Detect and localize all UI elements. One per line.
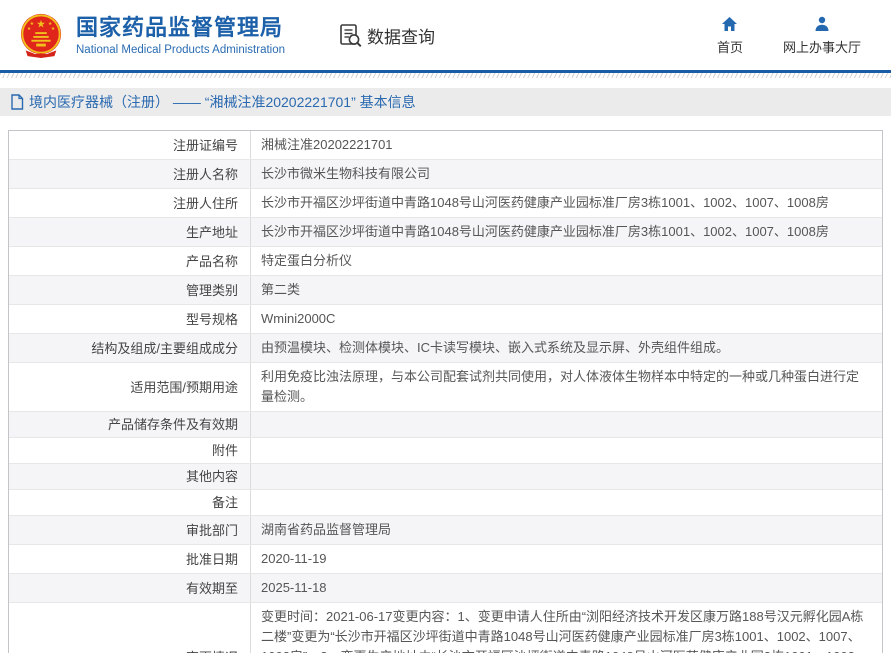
row-label: 其他内容	[9, 464, 251, 489]
table-row-reg-number: 注册证编号 湘械注准20202221701	[9, 131, 882, 160]
table-row-valid-until: 有效期至 2025-11-18	[9, 574, 882, 603]
row-value: 湖南省药品监督管理局	[251, 516, 882, 544]
table-row-management-category: 管理类别 第二类	[9, 276, 882, 305]
info-table: 注册证编号 湘械注准20202221701 注册人名称 长沙市微米生物科技有限公…	[8, 130, 883, 653]
row-label: 变更情况	[9, 603, 251, 653]
breadcrumb-text: 境内医疗器械（注册） —— “湘械注准20202221701” 基本信息	[29, 92, 416, 112]
row-value: 长沙市微米生物科技有限公司	[251, 160, 882, 188]
svg-text:★: ★	[51, 26, 55, 32]
table-row-storage-conditions: 产品储存条件及有效期	[9, 412, 882, 438]
row-value: 变更时间：2021-06-17变更内容：1、变更申请人住所由“浏阳经济技术开发区…	[251, 603, 882, 653]
row-label: 管理类别	[9, 276, 251, 304]
row-value: 第二类	[251, 276, 882, 304]
site-title: 国家药品监督管理局	[76, 15, 285, 41]
row-label: 备注	[9, 490, 251, 515]
row-value: 利用免疫比浊法原理，与本公司配套试剂共同使用，对人体液体生物样本中特定的一种或几…	[251, 363, 882, 411]
data-query-icon	[337, 22, 364, 49]
row-value	[251, 490, 882, 515]
site-titles: 国家药品监督管理局 National Medical Products Admi…	[76, 15, 285, 56]
row-value: 2020-11-19	[251, 545, 882, 573]
data-query-label: 数据查询	[367, 23, 435, 48]
svg-text:★: ★	[27, 26, 31, 32]
row-label: 注册人住所	[9, 189, 251, 217]
nav-home-label: 首页	[717, 37, 743, 56]
table-row-model-spec: 型号规格 Wmini2000C	[9, 305, 882, 334]
site-header: ★ ★ ★ ★ ★ 国家药品监督管理局 National Medical Pro…	[0, 0, 891, 73]
row-value: 特定蛋白分析仪	[251, 247, 882, 275]
table-row-production-address: 生产地址 长沙市开福区沙坪街道中青路1048号山河医药健康产业园标准厂房3栋10…	[9, 218, 882, 247]
person-icon	[814, 15, 830, 32]
national-emblem-icon: ★ ★ ★ ★ ★	[18, 12, 64, 58]
row-label: 结构及组成/主要组成成分	[9, 334, 251, 362]
table-row-attachments: 附件	[9, 438, 882, 464]
table-row-approval-date: 批准日期 2020-11-19	[9, 545, 882, 574]
table-row-remarks: 备注	[9, 490, 882, 516]
row-value: 长沙市开福区沙坪街道中青路1048号山河医药健康产业园标准厂房3栋1001、10…	[251, 218, 882, 246]
row-label: 注册证编号	[9, 131, 251, 159]
table-row-change-record: 变更情况 变更时间：2021-06-17变更内容：1、变更申请人住所由“浏阳经济…	[9, 603, 882, 653]
row-value	[251, 438, 882, 463]
row-value: 2025-11-18	[251, 574, 882, 602]
row-value: Wmini2000C	[251, 305, 882, 333]
site-subtitle: National Medical Products Administration	[76, 44, 285, 56]
nav-service-hall[interactable]: 网上办事大厅	[783, 15, 861, 56]
nav-service-hall-label: 网上办事大厅	[783, 37, 861, 56]
data-query-section[interactable]: 数据查询	[337, 22, 435, 49]
svg-text:★: ★	[48, 21, 52, 27]
row-label: 适用范围/预期用途	[9, 363, 251, 411]
row-label: 注册人名称	[9, 160, 251, 188]
svg-text:★: ★	[36, 18, 45, 30]
row-value	[251, 464, 882, 489]
table-row-other-content: 其他内容	[9, 464, 882, 490]
row-label: 型号规格	[9, 305, 251, 333]
svg-text:★: ★	[30, 21, 34, 27]
nav-home[interactable]: 首页	[717, 15, 743, 56]
row-value: 长沙市开福区沙坪街道中青路1048号山河医药健康产业园标准厂房3栋1001、10…	[251, 189, 882, 217]
page-icon	[10, 94, 24, 110]
row-label: 产品名称	[9, 247, 251, 275]
home-icon	[721, 15, 738, 32]
table-row-composition: 结构及组成/主要组成成分 由预温模块、检测体模块、IC卡读写模块、嵌入式系统及显…	[9, 334, 882, 363]
row-label: 有效期至	[9, 574, 251, 602]
table-row-registrant-name: 注册人名称 长沙市微米生物科技有限公司	[9, 160, 882, 189]
row-label: 产品储存条件及有效期	[9, 412, 251, 437]
hatch-strip	[0, 73, 891, 78]
table-row-approval-department: 审批部门 湖南省药品监督管理局	[9, 516, 882, 545]
row-label: 审批部门	[9, 516, 251, 544]
table-row-product-name: 产品名称 特定蛋白分析仪	[9, 247, 882, 276]
table-row-registrant-address: 注册人住所 长沙市开福区沙坪街道中青路1048号山河医药健康产业园标准厂房3栋1…	[9, 189, 882, 218]
row-value	[251, 412, 882, 437]
row-label: 附件	[9, 438, 251, 463]
row-value: 湘械注准20202221701	[251, 131, 882, 159]
table-row-intended-use: 适用范围/预期用途 利用免疫比浊法原理，与本公司配套试剂共同使用，对人体液体生物…	[9, 363, 882, 412]
row-label: 批准日期	[9, 545, 251, 573]
nmpa-data-query-page: { "brand": { "title_cn": "国家药品监督管理局", "t…	[0, 0, 891, 653]
row-label: 生产地址	[9, 218, 251, 246]
breadcrumb: 境内医疗器械（注册） —— “湘械注准20202221701” 基本信息	[0, 88, 891, 116]
row-value: 由预温模块、检测体模块、IC卡读写模块、嵌入式系统及显示屏、外壳组件组成。	[251, 334, 882, 362]
top-nav: 首页 网上办事大厅	[717, 15, 861, 56]
site-logo[interactable]: ★ ★ ★ ★ ★ 国家药品监督管理局 National Medical Pro…	[18, 12, 285, 58]
